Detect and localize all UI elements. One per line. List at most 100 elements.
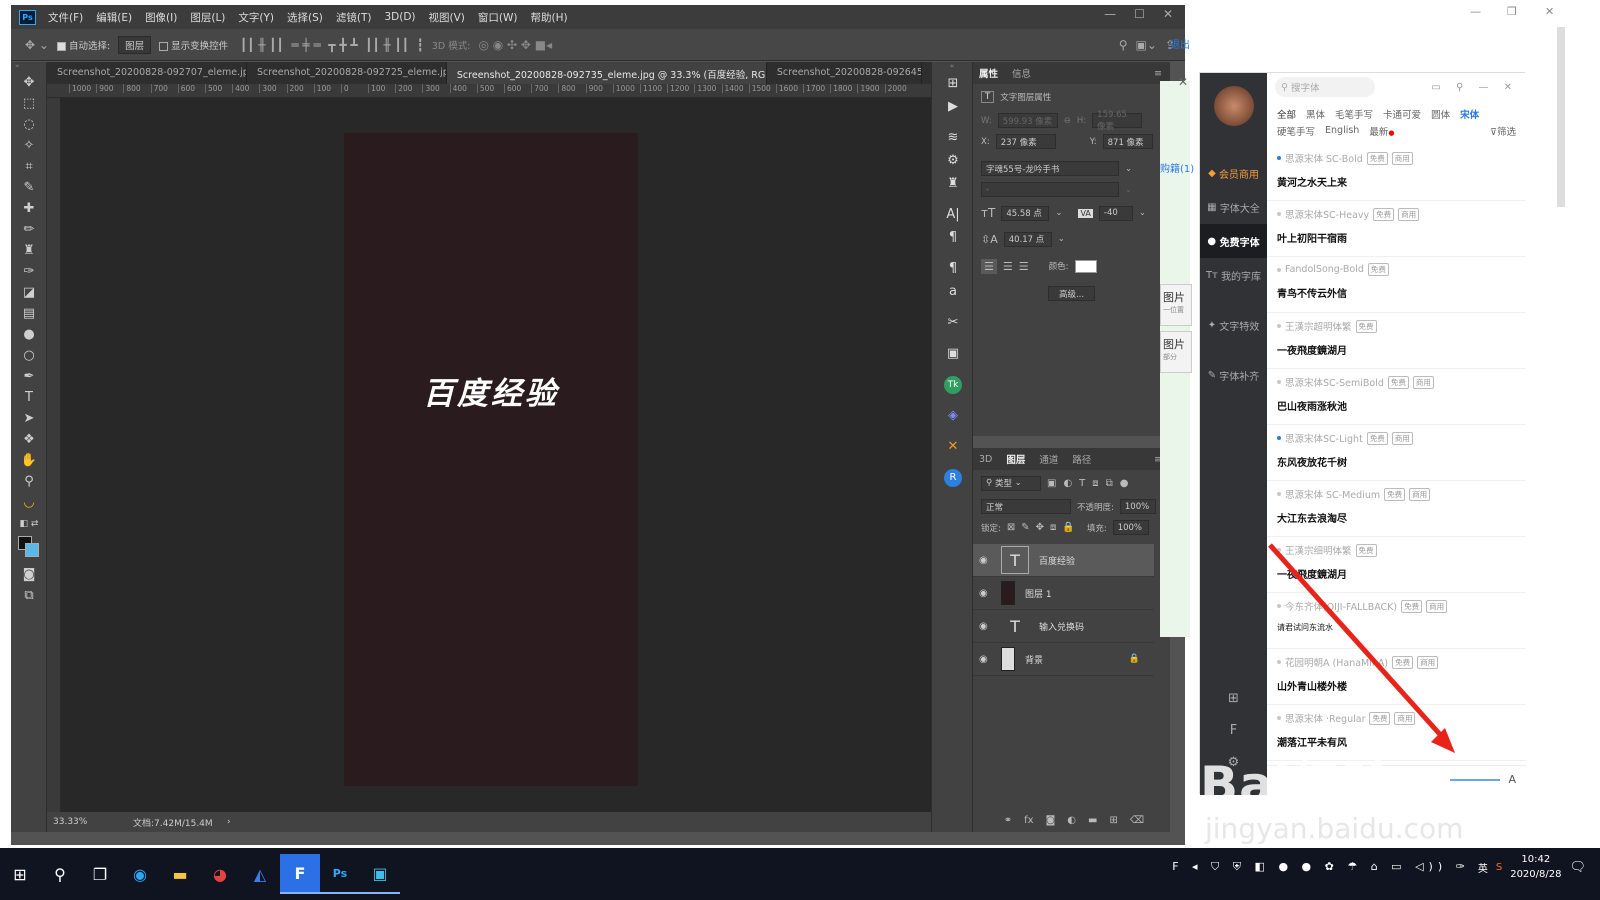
cat-pen[interactable]: 硬笔手写 xyxy=(1277,124,1315,138)
dialog-close-icon[interactable]: ✕ xyxy=(1178,75,1188,89)
quick-mask-icon[interactable]: ◙ xyxy=(11,564,47,585)
libraries-icon[interactable]: ▣ xyxy=(932,342,974,365)
new-layer-icon[interactable]: ⊞ xyxy=(1109,815,1117,826)
font-list-item[interactable]: 思源宋体SC-Heavy 免费 商用 叶上初阳干宿雨 xyxy=(1267,201,1526,257)
layer-name[interactable]: 图层 1 xyxy=(1025,587,1052,600)
h-input[interactable]: 159.65 像素 xyxy=(1092,110,1143,132)
font-list-item[interactable]: 思源宋体SC-Light 免费 商用 东风夜放花千树 xyxy=(1267,425,1526,481)
nav-my-fonts[interactable]: Tт 我的字库 xyxy=(1200,258,1267,292)
cat-cartoon[interactable]: 卡通可爱 xyxy=(1383,107,1421,121)
default-colors-icon[interactable]: ◧ ⇄ xyxy=(11,513,47,534)
tab-layers[interactable]: 图层 xyxy=(1006,452,1025,466)
tracking-input[interactable]: -40 xyxy=(1098,205,1133,221)
eyedropper-icon[interactable]: ✎ xyxy=(11,177,47,198)
font-family-select[interactable]: 字魂55号-龙吟手书 xyxy=(981,161,1119,176)
healing-brush-icon[interactable]: ✚ xyxy=(11,198,47,219)
zoom-tool-icon[interactable]: ⚲ xyxy=(11,471,47,492)
banana-icon[interactable]: ◡ xyxy=(11,492,47,513)
tab-doc-active[interactable]: Screenshot_20200828-092735_eleme.jpg @ 3… xyxy=(446,62,767,84)
minimize-icon[interactable]: — xyxy=(1104,7,1116,21)
nav-font-complete[interactable]: ✎ 字体补齐 xyxy=(1200,358,1267,392)
sogou-icon[interactable]: S xyxy=(1496,862,1502,873)
notification-icon[interactable]: 🗨 xyxy=(1569,860,1586,875)
eye-icon[interactable]: ◉ xyxy=(979,588,997,599)
filter-icons[interactable]: ▣◐T⧈⧉● xyxy=(1047,478,1136,489)
lock-icons[interactable]: ⊠✎✥⧈🔒 xyxy=(1007,522,1081,533)
layer-name[interactable]: 背景 xyxy=(1025,653,1043,666)
magic-wand-icon[interactable]: ✧ xyxy=(11,135,47,156)
play-icon[interactable]: ▶ xyxy=(932,95,974,118)
font-size-input[interactable]: 45.58 点 xyxy=(1001,205,1050,221)
layer-name[interactable]: 输入兑换码 xyxy=(1039,620,1084,633)
tab-doc-1[interactable]: Screenshot_20200828-092707_eleme.jpg × xyxy=(47,62,247,84)
cat-new[interactable]: 最新● xyxy=(1369,124,1394,138)
dodge-tool-icon[interactable]: ○ xyxy=(11,345,47,366)
cat-song[interactable]: 宋体 xyxy=(1460,107,1479,121)
character-icon[interactable]: A| xyxy=(932,203,974,226)
path-select-icon[interactable]: ➤ xyxy=(11,408,47,429)
browser-app-icon[interactable]: ◉ xyxy=(120,854,160,894)
nav-all-fonts[interactable]: ▦ 字体大全 xyxy=(1200,190,1267,224)
menu-select[interactable]: 选择(S) xyxy=(287,10,323,25)
nav-vip-commercial[interactable]: ◆ 会员商用 xyxy=(1200,156,1267,190)
ime-indicator[interactable]: 英 xyxy=(1478,860,1488,875)
cat-brush[interactable]: 毛笔手写 xyxy=(1335,107,1373,121)
adjust-icon[interactable]: ⚙ xyxy=(932,149,974,172)
align-center-icon[interactable]: ☰ xyxy=(1003,260,1013,273)
layer-row[interactable]: ◉ 图层 1 xyxy=(973,577,1154,610)
chevron-down-icon[interactable]: ⌄ xyxy=(1125,164,1132,174)
screenshot-app-icon[interactable]: ▣ xyxy=(360,854,400,894)
app-icon[interactable]: ◭ xyxy=(240,854,280,894)
layer-row[interactable]: ◉ 背景 🔒 xyxy=(973,643,1154,676)
tab-3d[interactable]: 3D xyxy=(979,454,992,465)
browser-minimize-icon[interactable]: — xyxy=(1470,5,1481,18)
tab-doc-2[interactable]: Screenshot_20200828-092725_eleme.jpg × xyxy=(247,62,447,84)
history-icon[interactable]: ⊞ xyxy=(932,72,974,95)
trash-icon[interactable]: ⌫ xyxy=(1130,815,1144,826)
blend-mode-select[interactable]: 正常 xyxy=(981,499,1071,514)
avatar[interactable] xyxy=(1213,86,1254,126)
screen-mode-icon[interactable]: ⧉ xyxy=(11,585,47,606)
menu-help[interactable]: 帮助(H) xyxy=(531,10,568,25)
menu-window[interactable]: 窗口(W) xyxy=(478,10,518,25)
glyphs-icon[interactable]: a xyxy=(932,280,974,303)
adjustment-icon[interactable]: ◐ xyxy=(1067,815,1076,826)
group-icon[interactable]: ▬ xyxy=(1088,815,1097,826)
link-icon[interactable]: ⊖ xyxy=(1064,116,1071,126)
tk-plugin-icon[interactable]: Tk xyxy=(932,373,974,396)
menu-3d[interactable]: 3D(D) xyxy=(384,11,415,23)
workspace-icon[interactable]: ▣⌄ xyxy=(1136,38,1157,52)
mask-icon[interactable]: ◙ xyxy=(1046,815,1056,826)
gradient-tool-icon[interactable]: ▤ xyxy=(11,303,47,324)
font-list-item[interactable]: 思源宋体 SC-Bold 免费 商用 黄河之水天上来 xyxy=(1267,145,1526,201)
blur-tool-icon[interactable]: ● xyxy=(11,324,47,345)
auto-select-checkbox[interactable]: 自动选择: xyxy=(56,38,110,52)
advanced-button[interactable]: 高级... xyxy=(1047,286,1096,301)
app-window-icons[interactable]: ▭ ⚲ — ✕ xyxy=(1431,82,1518,93)
brush-settings-icon[interactable]: ≋ xyxy=(932,126,974,149)
cat-hei[interactable]: 黑体 xyxy=(1306,107,1325,121)
zoom-level[interactable]: 33.33% xyxy=(47,817,119,827)
nav-free-fonts[interactable]: ● 免费字体 xyxy=(1200,224,1267,258)
auto-select-dropdown[interactable]: 图层 xyxy=(118,35,152,54)
layer-row[interactable]: ◉ T 百度经验 xyxy=(973,544,1154,577)
tab-properties[interactable]: 属性 xyxy=(979,66,998,80)
cat-english[interactable]: English xyxy=(1325,125,1359,136)
menu-image[interactable]: 图像(I) xyxy=(145,10,177,25)
artboard-title-text[interactable]: 百度经验 xyxy=(344,368,638,413)
eye-icon[interactable]: ◉ xyxy=(979,621,997,632)
slider-track[interactable] xyxy=(1450,778,1501,781)
file-explorer-icon[interactable]: ▬ xyxy=(160,854,200,894)
layer-name[interactable]: 百度经验 xyxy=(1039,554,1075,567)
eye-icon[interactable]: ◉ xyxy=(979,654,997,665)
crop-tool-icon[interactable]: ⌗ xyxy=(11,156,47,177)
show-transform-checkbox[interactable]: 显示变换控件 xyxy=(159,38,228,52)
font-list-item[interactable]: FandolSong-Bold 免费 青鸟不传云外信 xyxy=(1267,257,1526,313)
page-scrollbar[interactable] xyxy=(1557,27,1565,207)
pen-tool-icon[interactable]: ✒ xyxy=(11,366,47,387)
artboard[interactable]: 百度经验 xyxy=(344,133,638,786)
hand-tool-icon[interactable]: ✋ xyxy=(11,450,47,471)
3d-mode-icons[interactable]: ◎ ◉ ✣ ✥ ■◂ xyxy=(478,38,552,52)
paragraph-style-icon[interactable]: ¶ xyxy=(932,257,974,280)
eraser-icon[interactable]: ◪ xyxy=(11,282,47,303)
